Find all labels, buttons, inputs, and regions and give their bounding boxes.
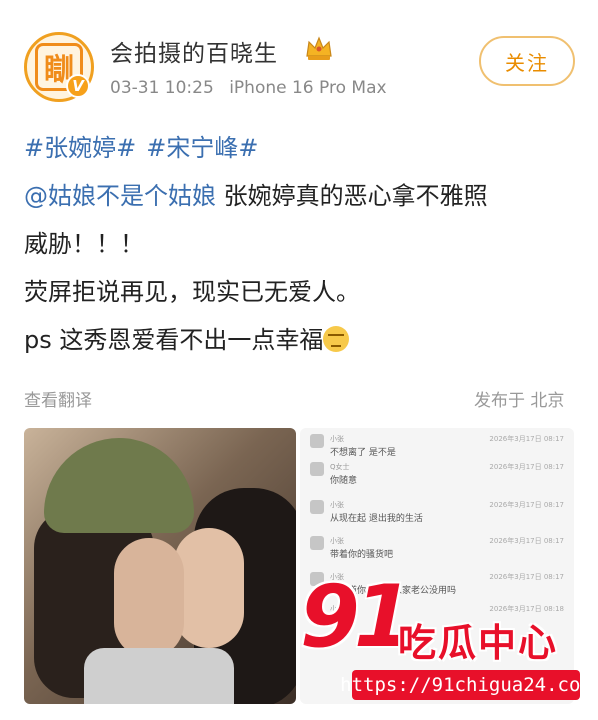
chat-text: 从现在起 退出我的生活 (330, 514, 423, 524)
chat-row: Q女士 你随意 2026年3月17日 08:17 (310, 462, 570, 500)
chat-sender: 小张 (330, 435, 344, 443)
chat-sender: 小张 (330, 537, 344, 545)
post-text: ps 这秀恩爱看不出一点幸福 (24, 326, 324, 354)
topic-link[interactable]: #宋宁峰# (146, 134, 258, 162)
chat-text: 带着你的骚货吧 (330, 550, 394, 560)
username[interactable]: 会拍摄的百晓生 (110, 34, 278, 68)
chat-avatar (310, 536, 324, 550)
chat-sender: 小张 (330, 501, 344, 509)
chat-text: 不想离了 是不是 (330, 448, 396, 458)
text-line-2: 威胁！！！ (24, 230, 144, 258)
chat-avatar (310, 434, 324, 448)
photo-shape (114, 538, 184, 658)
chat-sender: Q女士 (330, 463, 350, 471)
crown-icon (306, 36, 332, 60)
photo-shape (84, 648, 234, 704)
text-line-4: ps 这秀恩爱看不出一点幸福 (24, 316, 584, 364)
text-line-3: 荧屏拒说再见，现实已无爱人。 (24, 278, 360, 306)
post-meta: 03-31 10:25 iPhone 16 Pro Max (110, 78, 397, 98)
chat-text: 你随意 (330, 476, 358, 486)
post-content: #张婉婷# #宋宁峰# @姑娘不是个姑娘 张婉婷真的恶心拿不雅照 威胁！！！ 荧屏… (24, 124, 584, 364)
watermark-number: 91 (300, 567, 414, 667)
photo-shape (174, 528, 244, 648)
mention-link[interactable]: @姑娘不是个姑娘 (24, 182, 216, 210)
follow-button[interactable]: 关注 (479, 36, 575, 86)
translate-link[interactable]: 查看翻译 (24, 386, 92, 411)
chat-row: 小张 从现在起 退出我的生活 2026年3月17日 08:17 (310, 500, 570, 538)
watermark-site-name: 吃瓜中心 (398, 621, 559, 665)
chat-time: 2026年3月17日 08:17 (489, 435, 564, 443)
watermark-url: https://91chigua24.com (340, 670, 592, 700)
post-image-couple[interactable] (24, 428, 296, 704)
chat-time: 2026年3月17日 08:17 (489, 501, 564, 509)
chat-time: 2026年3月17日 08:17 (489, 537, 564, 545)
topics-line: #张婉婷# #宋宁峰# (24, 124, 584, 172)
chat-time: 2026年3月17日 08:17 (489, 573, 564, 581)
post-device: iPhone 16 Pro Max (229, 78, 387, 98)
verified-badge-icon: V (66, 74, 90, 98)
location-label: 发布于 北京 (474, 391, 565, 411)
post-text: 张婉婷真的恶心拿不雅照 (216, 182, 488, 210)
thinking-face-icon (323, 326, 350, 352)
chat-time: 2026年3月17日 08:17 (489, 463, 564, 471)
topic-link[interactable]: #张婉婷# (24, 134, 136, 162)
photo-shape (44, 438, 194, 533)
chat-avatar (310, 462, 324, 476)
post-header: 瞓 V 会拍摄的百晓生 03-31 10:25 iPhone 16 Pro Ma… (0, 0, 598, 115)
chat-avatar (310, 500, 324, 514)
post-date: 03-31 10:25 (110, 78, 214, 98)
text-line-1: @姑娘不是个姑娘 张婉婷真的恶心拿不雅照 (24, 172, 584, 220)
